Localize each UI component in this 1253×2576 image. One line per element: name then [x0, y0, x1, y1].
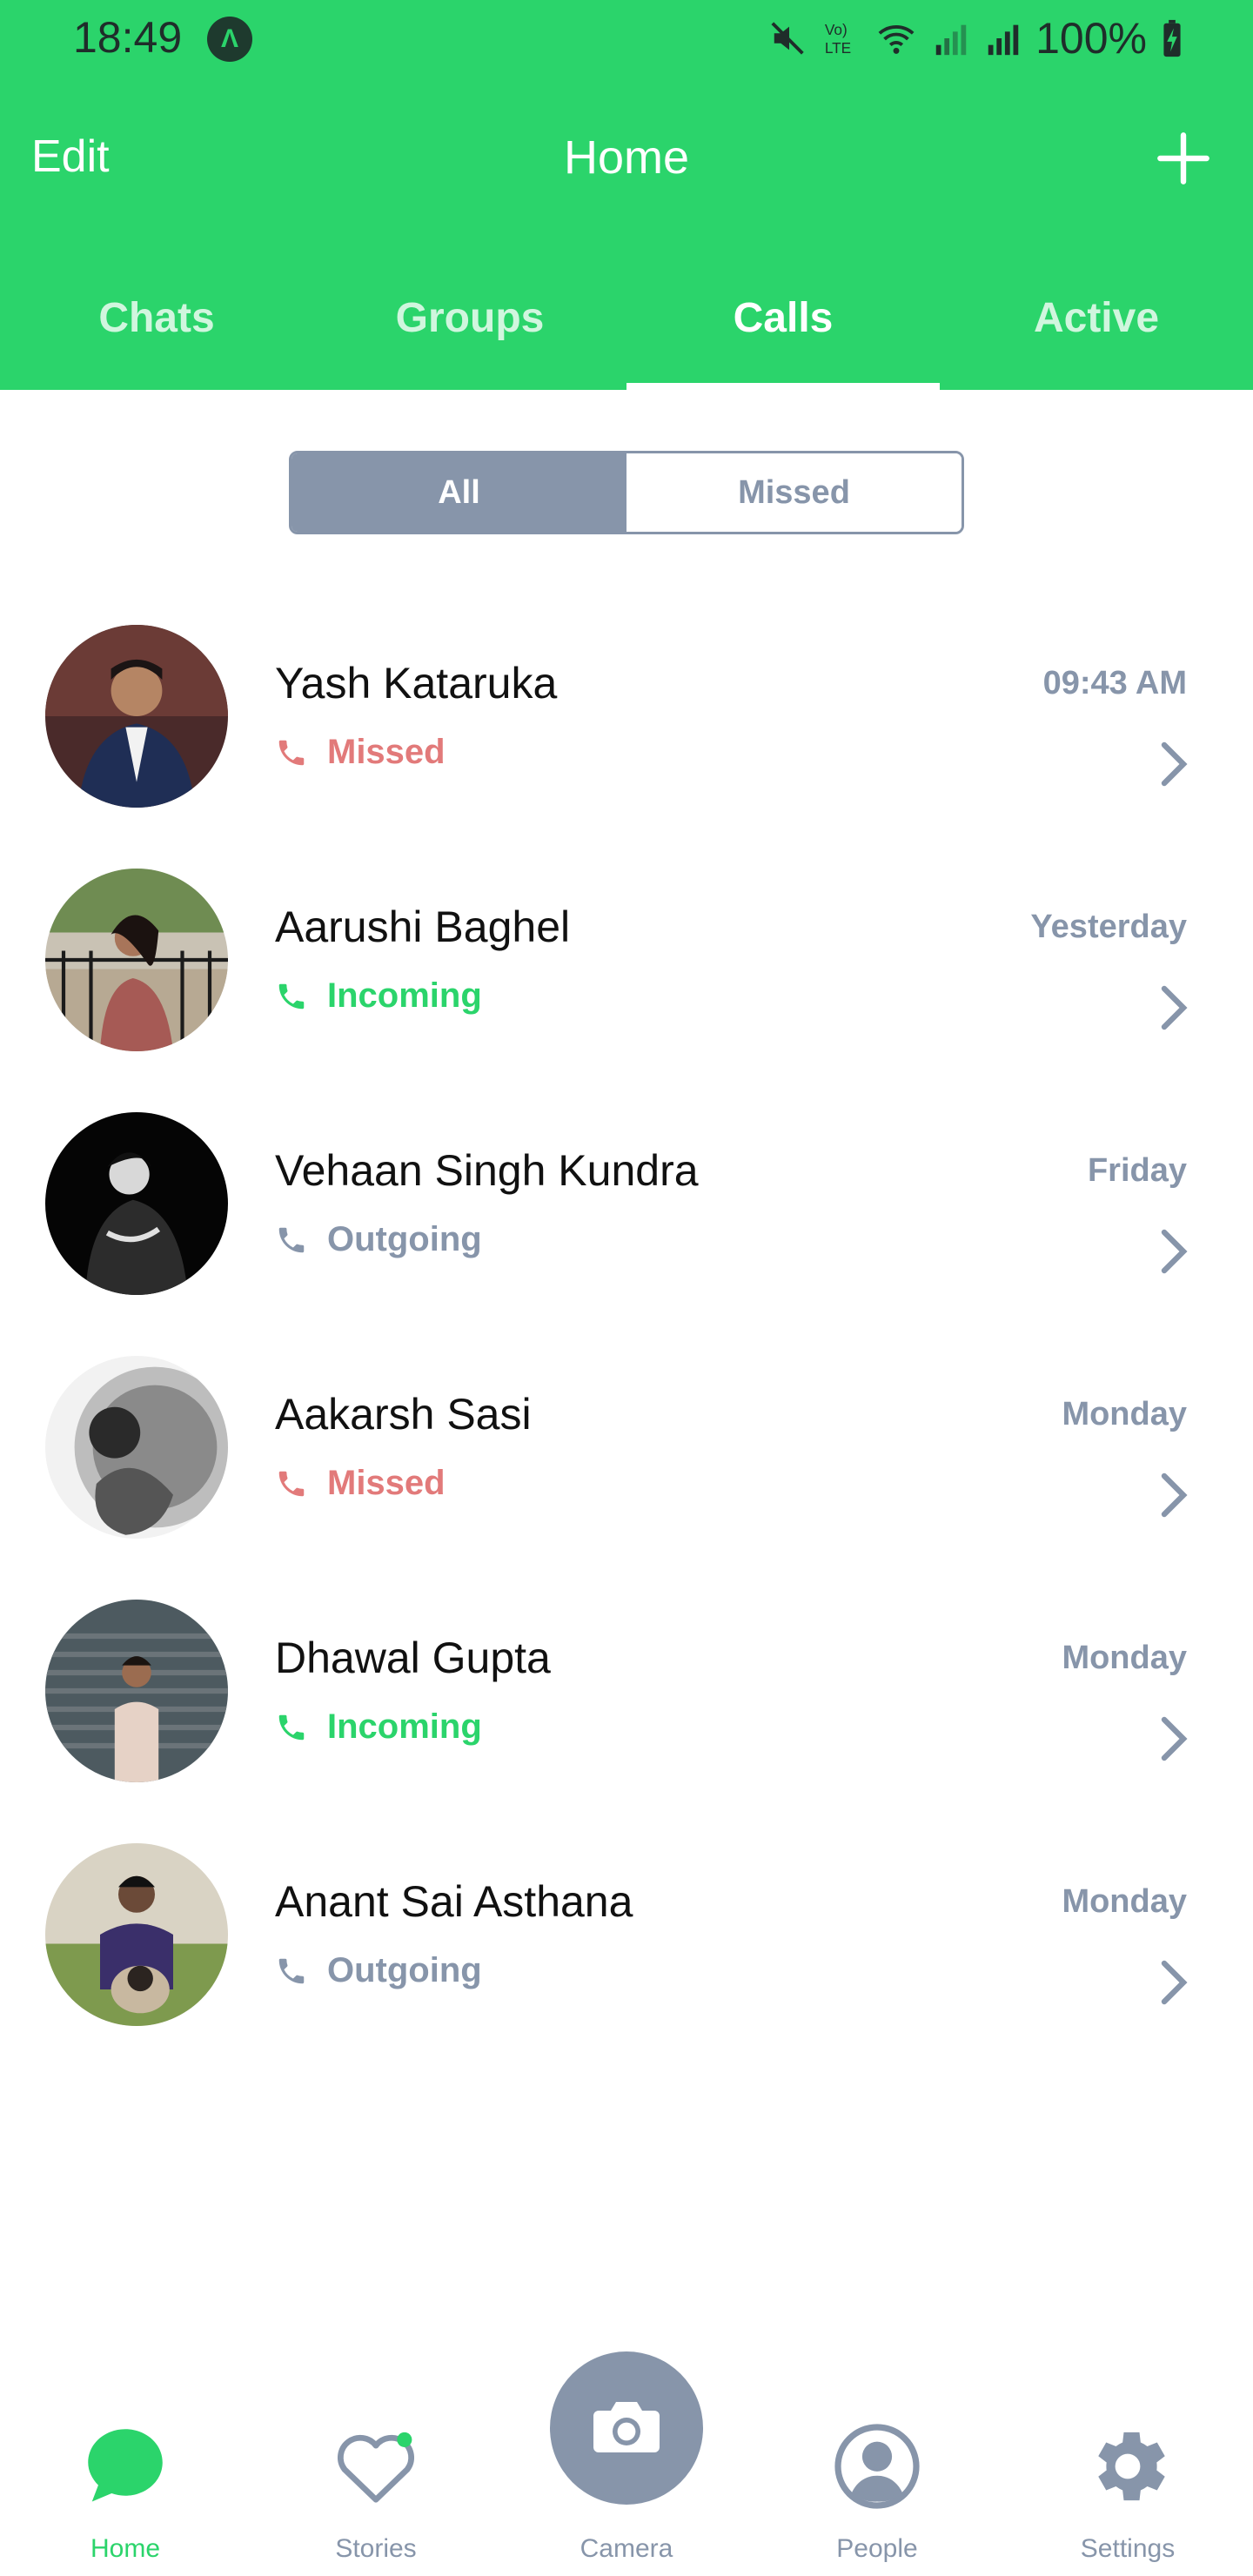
phone-icon — [278, 1471, 305, 1496]
nav-people-label: People — [836, 2534, 918, 2563]
call-time: Monday — [1062, 1396, 1187, 1432]
contact-name: Vehaan Singh Kundra — [275, 1146, 699, 1195]
call-time: Friday — [1087, 1152, 1187, 1189]
status-icons: Vo) LTE 100% — [769, 12, 1185, 64]
page-title: Home — [563, 131, 690, 184]
nav-camera-label: Camera — [580, 2534, 673, 2563]
nav-settings[interactable]: Settings — [1002, 2332, 1253, 2576]
camera-button[interactable] — [550, 2351, 703, 2505]
call-row[interactable]: Dhawal Gupta Incoming Monday — [0, 1584, 1253, 1828]
status-time: 18:49 — [73, 13, 183, 62]
nav-stories[interactable]: Stories — [251, 2332, 501, 2576]
status-bar: 18:49 Λ Vo) LTE 100% — [0, 0, 1253, 78]
phone-icon — [278, 1227, 305, 1252]
chevron-right-icon[interactable] — [1157, 1225, 1192, 1278]
call-list: Yash Kataruka Missed 09:43 AM Aarushi Ba… — [0, 609, 1253, 2071]
chevron-right-icon[interactable] — [1157, 982, 1192, 1034]
call-status: Incoming — [275, 1707, 482, 1747]
tab-calls[interactable]: Calls — [626, 278, 940, 390]
call-status-label: Missed — [327, 733, 446, 771]
bottom-nav: Home Stories Camera People Settings — [0, 2332, 1253, 2576]
call-status: Outgoing — [275, 1220, 482, 1259]
nav-stories-label: Stories — [335, 2534, 417, 2563]
call-status: Missed — [275, 1464, 446, 1503]
app-notification-icon: Λ — [207, 17, 252, 62]
call-time: Yesterday — [1030, 909, 1187, 945]
call-time: Monday — [1062, 1640, 1187, 1676]
filter-all-button[interactable]: All — [291, 453, 626, 532]
chevron-right-icon[interactable] — [1157, 1469, 1192, 1521]
call-row[interactable]: Aakarsh Sasi Missed Monday — [0, 1340, 1253, 1584]
phone-icon — [278, 1714, 305, 1740]
call-status-label: Missed — [327, 1464, 446, 1502]
call-row[interactable]: Yash Kataruka Missed 09:43 AM — [0, 609, 1253, 853]
call-row[interactable]: Vehaan Singh Kundra Outgoing Friday — [0, 1097, 1253, 1340]
chat-bubble-icon — [88, 2429, 163, 2502]
call-time: Monday — [1062, 1883, 1187, 1920]
svg-text:Vo): Vo) — [825, 21, 848, 38]
filter-missed-button[interactable]: Missed — [626, 453, 962, 532]
chevron-right-icon[interactable] — [1157, 738, 1192, 790]
avatar — [45, 1112, 228, 1295]
tab-groups[interactable]: Groups — [313, 278, 626, 390]
nav-home-label: Home — [90, 2534, 161, 2563]
heart-icon — [338, 2432, 414, 2503]
chevron-right-icon[interactable] — [1157, 1956, 1192, 2009]
volte-icon: Vo)LTE — [825, 21, 851, 57]
mute-icon — [771, 22, 804, 55]
tab-active[interactable]: Active — [940, 278, 1253, 390]
contact-name: Aarushi Baghel — [275, 902, 571, 951]
call-status: Missed — [275, 733, 446, 772]
nav-people[interactable]: People — [752, 2332, 1002, 2576]
call-status-label: Outgoing — [327, 1220, 482, 1258]
person-icon — [834, 2424, 920, 2509]
contact-name: Dhawal Gupta — [275, 1633, 551, 1682]
avatar — [45, 625, 228, 808]
tab-bar: Chats Groups Calls Active — [0, 278, 1253, 390]
app-header: 18:49 Λ Vo) LTE 100% Edit Home Chats Grou… — [0, 0, 1253, 390]
tab-chats[interactable]: Chats — [0, 278, 313, 390]
nav-camera[interactable]: Camera — [501, 2332, 752, 2576]
add-icon[interactable] — [1156, 131, 1211, 186]
nav-row: Edit Home — [0, 122, 1253, 200]
contact-name: Aakarsh Sasi — [275, 1390, 532, 1439]
svg-text:LTE: LTE — [825, 39, 851, 57]
call-row[interactable]: Aarushi Baghel Incoming Yesterday — [0, 853, 1253, 1097]
phone-icon — [278, 740, 305, 765]
contact-name: Anant Sai Asthana — [275, 1877, 633, 1926]
phone-icon — [278, 1958, 305, 1983]
gear-icon — [1098, 2432, 1165, 2501]
camera-icon — [593, 2402, 660, 2452]
nav-home[interactable]: Home — [0, 2332, 251, 2576]
contact-name: Yash Kataruka — [275, 659, 558, 708]
call-row[interactable]: Anant Sai Asthana Outgoing Monday — [0, 1828, 1253, 2071]
avatar — [45, 1843, 228, 2026]
call-filter-segmented: All Missed — [289, 451, 964, 534]
avatar — [45, 1600, 228, 1782]
chevron-right-icon[interactable] — [1157, 1713, 1192, 1765]
call-status-label: Incoming — [327, 1707, 482, 1746]
call-status: Incoming — [275, 976, 482, 1016]
call-time: 09:43 AM — [1042, 665, 1187, 701]
wifi-icon — [878, 25, 915, 54]
signal-icon-roaming — [935, 24, 967, 56]
battery-percent: 100% — [1035, 14, 1147, 63]
call-status: Outgoing — [275, 1951, 482, 1990]
call-status-label: Outgoing — [327, 1951, 482, 1989]
phone-icon — [278, 983, 305, 1009]
battery-charging-icon — [1163, 19, 1181, 57]
signal-icon — [988, 24, 1019, 56]
avatar — [45, 1356, 228, 1539]
nav-settings-label: Settings — [1080, 2534, 1176, 2563]
avatar — [45, 869, 228, 1051]
call-status-label: Incoming — [327, 976, 482, 1015]
